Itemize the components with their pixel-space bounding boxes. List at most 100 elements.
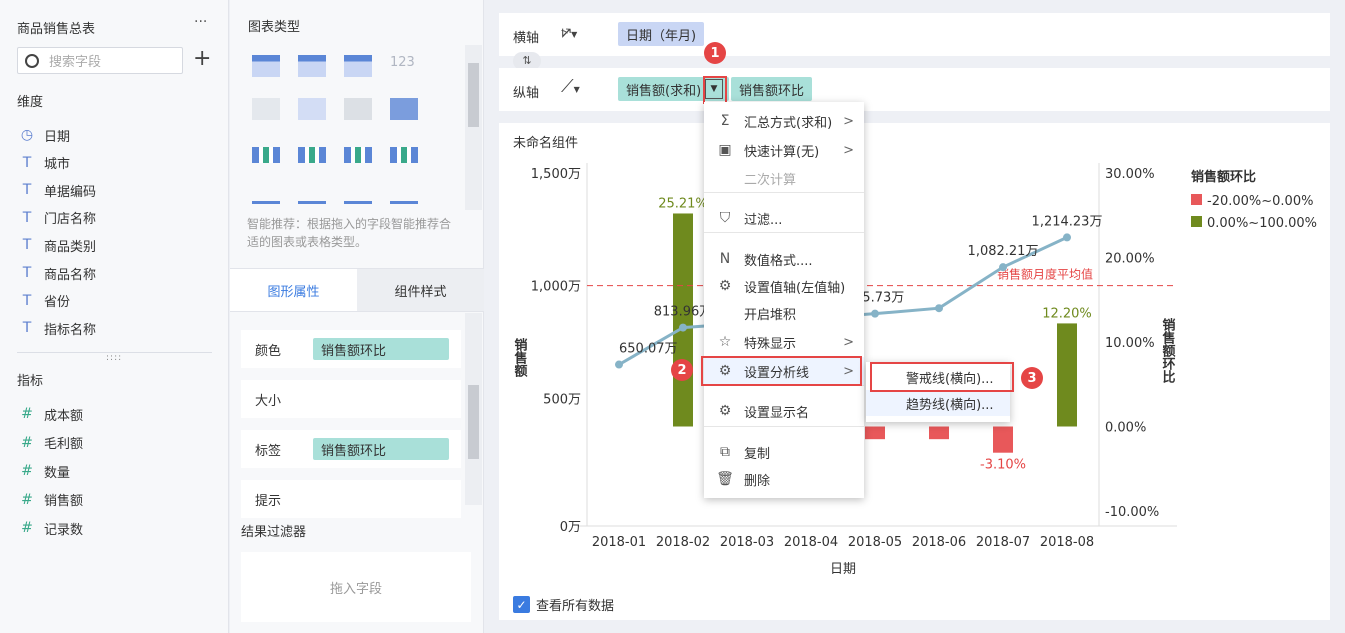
bar-chart-icon[interactable] (390, 98, 418, 120)
column-chart-icon[interactable] (252, 147, 280, 163)
x-field-pill[interactable]: 日期（年月) (618, 22, 705, 46)
metric-item[interactable]: # 销售额 (18, 490, 83, 510)
tab-shape-props[interactable]: 图形属性 (230, 269, 357, 311)
y-tick-label: 1,500万 (531, 167, 581, 182)
metric-item[interactable]: # 数量 (18, 461, 70, 481)
x-tick-label: 2018-02 (656, 535, 710, 550)
prop-pill[interactable]: 销售额环比 (313, 338, 449, 360)
stacked-bar-icon[interactable] (344, 147, 372, 163)
drag-handle[interactable]: :::: (106, 353, 122, 363)
number-format-icon: N (719, 251, 731, 267)
kpi-icon[interactable]: 123 (390, 55, 418, 77)
x-tick-label: 2018-01 (592, 535, 646, 550)
callout-3: 3 (1021, 367, 1043, 389)
menu-item[interactable]: N 数值格式.... (704, 245, 864, 273)
area-chart-icon[interactable] (390, 190, 418, 204)
prop-pill[interactable]: 销售额环比 (313, 438, 449, 460)
text-field-icon: T (22, 320, 32, 337)
gear-icon: ⚙ (718, 403, 732, 419)
x-tick-label: 2018-05 (848, 535, 902, 550)
heat-map-icon[interactable] (344, 98, 372, 120)
line-data-label: 1,214.23万 (1032, 214, 1103, 229)
menu-item[interactable]: 二次计算 (704, 164, 864, 192)
dimension-item[interactable]: ◷ 日期 (18, 125, 70, 145)
line-data-label: 1,082.21万 (968, 244, 1039, 259)
dimension-item[interactable]: T 商品名称 (18, 263, 96, 283)
clock-icon: ◷ (20, 127, 34, 143)
dimension-item[interactable]: T 商品类别 (18, 235, 96, 255)
menu-item[interactable]: 🗑 删除 (704, 465, 864, 493)
menu-item[interactable]: ▣ 快速计算(无) > (704, 136, 864, 164)
line-point (615, 360, 623, 369)
show-all-data[interactable]: ✓ 查看所有数据 (513, 595, 614, 614)
tab-component-style[interactable]: 组件样式 (357, 269, 484, 311)
prop-row[interactable]: 标签 销售额环比 (241, 430, 461, 468)
menu-item[interactable]: ☆ 特殊显示 > (704, 328, 864, 356)
y2-tick-label: -10.00% (1105, 505, 1159, 520)
line-point (935, 304, 943, 313)
bar-data-label: -3.10% (980, 458, 1026, 473)
number-field-icon: # (21, 434, 33, 451)
prop-row[interactable]: 大小 (241, 380, 461, 418)
more-icon[interactable]: ··· (194, 14, 207, 30)
number-field-icon: # (21, 406, 33, 422)
dimension-item[interactable]: T 城市 (18, 153, 70, 173)
line-chart-icon[interactable]: ⟋▼ (561, 76, 597, 102)
prop-row[interactable]: 颜色 销售额环比 (241, 330, 461, 368)
metric-item[interactable]: # 记录数 (18, 518, 83, 538)
waterfall-icon[interactable] (390, 147, 418, 163)
trend-line-item[interactable]: 趋势线(横向)... (866, 390, 1010, 416)
text-field-icon: T (22, 265, 32, 281)
menu-item-label: 复制 (744, 446, 771, 462)
filter-icon: ⛉ (719, 210, 731, 226)
filter-dropzone[interactable]: 拖入字段 (241, 552, 471, 622)
radar-icon[interactable] (298, 190, 326, 204)
scrollbar[interactable] (465, 313, 482, 505)
x-tick-label: 2018-06 (912, 535, 966, 550)
grouped-column-icon[interactable] (298, 147, 326, 163)
add-field-button[interactable]: + (193, 46, 211, 71)
y2-tick-label: 0.00% (1105, 421, 1146, 436)
legend-title: 销售额环比 (1191, 169, 1256, 185)
x-axis-label: 横轴 (513, 31, 540, 46)
dimension-item[interactable]: T 单据编码 (18, 180, 96, 200)
dimension-item[interactable]: T 门店名称 (18, 208, 96, 228)
scrollbar[interactable] (465, 45, 482, 210)
prop-row[interactable]: 提示 (241, 480, 461, 518)
bar (1057, 323, 1077, 427)
metric-label: 成本额 (44, 408, 84, 424)
sigma-icon: Σ (720, 113, 730, 129)
checkbox-checked-icon[interactable]: ✓ (513, 596, 530, 613)
menu-item[interactable]: 开启堆积 (704, 299, 864, 327)
polygon-icon[interactable] (344, 190, 372, 204)
menu-separator (704, 192, 864, 193)
dimension-item[interactable]: T 省份 (18, 291, 70, 311)
line-data-label: 650.07万 (619, 342, 678, 357)
text-field-icon: T (22, 237, 32, 254)
menu-item[interactable]: ⚙ 设置显示名 (704, 397, 864, 425)
menu-item[interactable]: ⛉ 过滤... (704, 204, 864, 232)
map-icon[interactable] (252, 98, 280, 120)
metric-header: 指标 (17, 374, 44, 389)
menu-item[interactable]: ⧉ 复制 (704, 438, 864, 466)
legend-label: -20.00%~0.00% (1207, 194, 1313, 209)
axis-type-icon[interactable]: ⦬▼ (561, 21, 597, 47)
menu-item-label: 删除 (744, 473, 771, 489)
menu-item[interactable]: Σ 汇总方式(求和) > (704, 107, 864, 135)
detail-table-icon[interactable] (344, 55, 372, 77)
y-axis-label: 纵轴 (513, 86, 540, 101)
cross-table-icon[interactable] (298, 55, 326, 77)
y-field-pill-2[interactable]: 销售额环比 (731, 77, 813, 101)
metric-item[interactable]: # 成本额 (18, 404, 83, 424)
line-chart-icon[interactable] (252, 190, 280, 204)
menu-item[interactable]: ⚙ 设置值轴(左值轴) (704, 272, 864, 300)
scatter-map-icon[interactable] (298, 98, 326, 120)
search-input[interactable]: 搜索字段 (17, 47, 183, 74)
callout-1: 1 (704, 42, 726, 64)
table-icon[interactable] (252, 55, 280, 77)
dimension-item[interactable]: T 指标名称 (18, 318, 96, 338)
x-axis-title: 日期 (830, 562, 856, 577)
dimension-label: 商品名称 (44, 267, 97, 283)
dimension-label: 省份 (44, 295, 71, 311)
metric-item[interactable]: # 毛利额 (18, 433, 83, 453)
